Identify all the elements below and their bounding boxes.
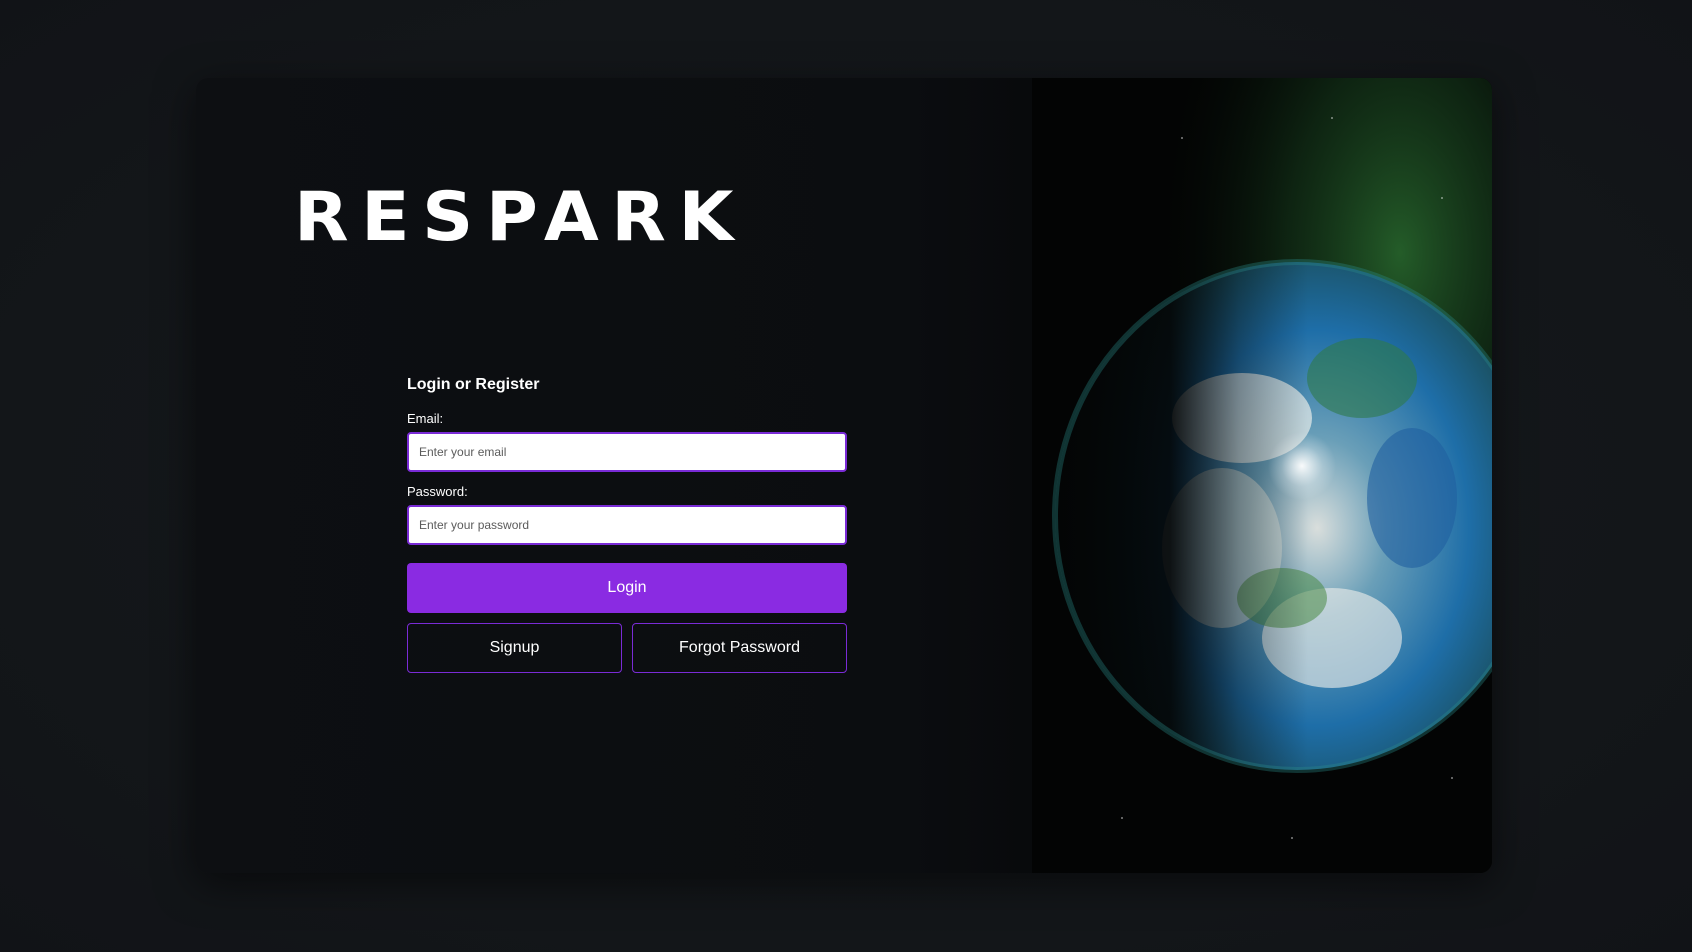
login-button[interactable]: Login bbox=[407, 563, 847, 613]
password-label: Password: bbox=[407, 484, 468, 499]
form-title: Login or Register bbox=[407, 376, 540, 393]
email-label: Email: bbox=[407, 411, 444, 426]
respark-logo: RESPARK bbox=[294, 178, 746, 250]
email-input[interactable] bbox=[407, 432, 847, 472]
logo-text: RESPARK bbox=[294, 178, 746, 250]
planet-illustration bbox=[1032, 78, 1492, 873]
login-form: Login or Register Email: Password: Login… bbox=[407, 366, 847, 673]
forgot-password-button[interactable]: Forgot Password bbox=[632, 623, 847, 673]
secondary-actions: Signup Forgot Password bbox=[407, 623, 847, 673]
login-page: RESPARK Login or Register Email: Passwor… bbox=[0, 0, 1692, 952]
password-input[interactable] bbox=[407, 505, 847, 545]
signup-button[interactable]: Signup bbox=[407, 623, 622, 673]
